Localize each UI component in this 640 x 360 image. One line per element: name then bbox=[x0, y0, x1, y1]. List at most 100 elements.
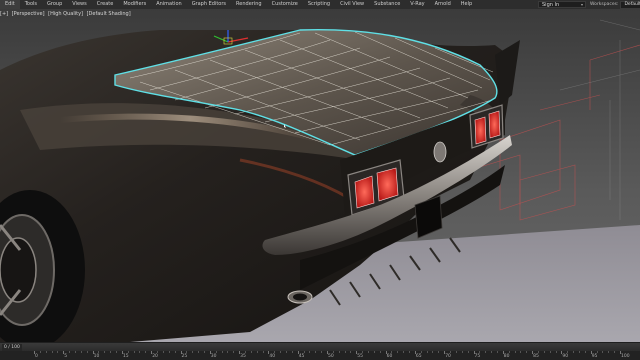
timeline-minor-tick bbox=[45, 351, 47, 353]
timeline-minor-tick bbox=[573, 351, 575, 353]
menu-item-customize[interactable]: Customize bbox=[267, 0, 303, 9]
timeline-minor-tick bbox=[110, 351, 112, 353]
timeline-minor-tick bbox=[373, 351, 375, 353]
timeline-minor-tick bbox=[555, 351, 557, 353]
timeline-minor-tick bbox=[233, 351, 235, 353]
viewport-scene bbox=[0, 9, 640, 342]
timeline-minor-tick bbox=[203, 351, 205, 353]
timeline-minor-tick bbox=[362, 351, 364, 353]
timeline-minor-tick bbox=[133, 351, 135, 353]
emblem-icon bbox=[433, 141, 447, 163]
timeline-minor-tick bbox=[584, 351, 586, 353]
perspective-viewport[interactable] bbox=[0, 9, 640, 342]
timeline-minor-tick bbox=[450, 351, 452, 353]
timeline-minor-tick bbox=[262, 351, 264, 353]
timeline-tick-label: 60 bbox=[386, 354, 393, 359]
timeline-minor-tick bbox=[485, 351, 487, 353]
menu-items: Edit Tools Group Views Create Modifiers Animat… bbox=[0, 0, 477, 9]
viewport-label[interactable]: [+] [Perspective] [High Quality] [Defaul… bbox=[0, 10, 133, 18]
timeline-minor-tick bbox=[127, 351, 129, 353]
menu-item-scripting[interactable]: Scripting bbox=[303, 0, 335, 9]
timeline-minor-tick bbox=[303, 351, 305, 353]
timeline-minor-tick bbox=[145, 351, 147, 353]
timeline-minor-tick bbox=[596, 351, 598, 353]
menu-item-views[interactable]: Views bbox=[67, 0, 91, 9]
timeline-minor-tick bbox=[438, 351, 440, 353]
timeline-tick-label: 20 bbox=[152, 354, 158, 359]
timeline-tick-label: 95 bbox=[591, 354, 598, 359]
workspace-label: Workspaces: bbox=[590, 2, 619, 7]
timeline-tick-label: 80 bbox=[503, 354, 510, 359]
timeline-minor-tick bbox=[344, 351, 346, 353]
viewport-label-quality[interactable]: [High Quality] bbox=[48, 11, 83, 17]
sign-in-dropdown[interactable]: Sign In ▾ bbox=[538, 1, 586, 8]
menu-item-civil-view[interactable]: Civil View bbox=[335, 0, 369, 9]
timeline-minor-tick bbox=[162, 351, 164, 353]
timeline-minor-tick bbox=[250, 351, 252, 353]
timeline-minor-tick bbox=[537, 351, 539, 353]
timeline-minor-tick bbox=[86, 351, 88, 353]
timeline-tick-label: 90 bbox=[562, 354, 569, 359]
menu-item-graph-editors[interactable]: Graph Editors bbox=[187, 0, 231, 9]
timeline-tick-label: 85 bbox=[533, 354, 539, 359]
timeline-minor-tick bbox=[368, 351, 370, 353]
timeline-tick-label: 70 bbox=[445, 354, 451, 359]
timeline-minor-tick bbox=[350, 351, 352, 353]
timeline-minor-tick bbox=[227, 351, 229, 353]
timeline-tick-label: 50 bbox=[328, 354, 334, 359]
timeline-tick-label: 35 bbox=[240, 354, 246, 359]
timeline-minor-tick bbox=[496, 351, 498, 353]
timeline-minor-tick bbox=[338, 351, 340, 353]
timeline-tick-label: 65 bbox=[415, 354, 422, 359]
sign-in-label: Sign In bbox=[542, 1, 560, 8]
timeline-minor-tick bbox=[104, 351, 106, 353]
track-bar[interactable]: 0 5 10 15 20 25 30 35 40 45 50 55 60 65 70 75 80 85 90 95 10… bbox=[0, 351, 640, 360]
timeline-tick-label: 75 bbox=[474, 354, 481, 359]
timeline-tick-label: 10 bbox=[93, 354, 100, 359]
timeline-minor-tick bbox=[69, 351, 71, 353]
timeline-minor-tick bbox=[256, 351, 258, 353]
timeline-minor-tick bbox=[508, 351, 510, 353]
timeline-minor-tick bbox=[578, 351, 580, 353]
viewport-label-shading[interactable]: [Default Shading] bbox=[87, 11, 131, 17]
frame-counter[interactable]: 0 / 100 bbox=[2, 344, 22, 351]
menu-item-create[interactable]: Create bbox=[92, 0, 119, 9]
menu-item-arnold[interactable]: Arnold bbox=[430, 0, 456, 9]
menu-item-rendering[interactable]: Rendering bbox=[231, 0, 267, 9]
timeline-tick-label: 0 bbox=[35, 354, 38, 359]
timeline-minor-tick bbox=[543, 351, 545, 353]
timeline-minor-tick bbox=[491, 351, 493, 353]
timeline-minor-tick bbox=[285, 351, 287, 353]
workspace-value: Default bbox=[620, 0, 640, 9]
menu-item-group[interactable]: Group bbox=[42, 0, 67, 9]
timeline-minor-tick bbox=[455, 351, 457, 353]
menu-item-modifiers[interactable]: Modifiers bbox=[118, 0, 151, 9]
timeline-minor-tick bbox=[520, 351, 522, 353]
timeline-minor-tick bbox=[391, 351, 393, 353]
timeline-minor-tick bbox=[614, 351, 616, 353]
menu-item-animation[interactable]: Animation bbox=[151, 0, 187, 9]
menu-item-v-ray[interactable]: V-Ray bbox=[405, 0, 429, 9]
menu-item-tools[interactable]: Tools bbox=[20, 0, 42, 9]
menu-item-substance[interactable]: Substance bbox=[369, 0, 405, 9]
timeline-minor-tick bbox=[567, 351, 569, 353]
workspace-selector[interactable]: Workspaces: Default bbox=[590, 0, 640, 9]
timeline-minor-tick bbox=[157, 351, 159, 353]
timeline-minor-tick bbox=[321, 351, 323, 353]
timeline-minor-tick bbox=[514, 351, 516, 353]
timeline-tick-label: 25 bbox=[181, 354, 188, 359]
chevron-down-icon: ▾ bbox=[580, 2, 583, 7]
timeline-tick-label: 15 bbox=[122, 354, 129, 359]
menu-item-edit[interactable]: Edit bbox=[0, 0, 20, 9]
viewport-label-plus[interactable]: [+] bbox=[0, 11, 8, 17]
timeline-minor-tick bbox=[215, 351, 217, 353]
menu-item-help[interactable]: Help bbox=[456, 0, 477, 9]
timeline-minor-tick bbox=[602, 351, 604, 353]
timeline-minor-tick bbox=[479, 351, 481, 353]
timeline-minor-tick bbox=[409, 351, 411, 353]
viewport-label-view[interactable]: [Perspective] bbox=[12, 11, 45, 17]
timeline-minor-tick bbox=[315, 351, 317, 353]
timeline-minor-tick bbox=[280, 351, 282, 353]
timeline-tick-label: 55 bbox=[357, 354, 364, 359]
timeline-minor-tick bbox=[244, 351, 246, 353]
